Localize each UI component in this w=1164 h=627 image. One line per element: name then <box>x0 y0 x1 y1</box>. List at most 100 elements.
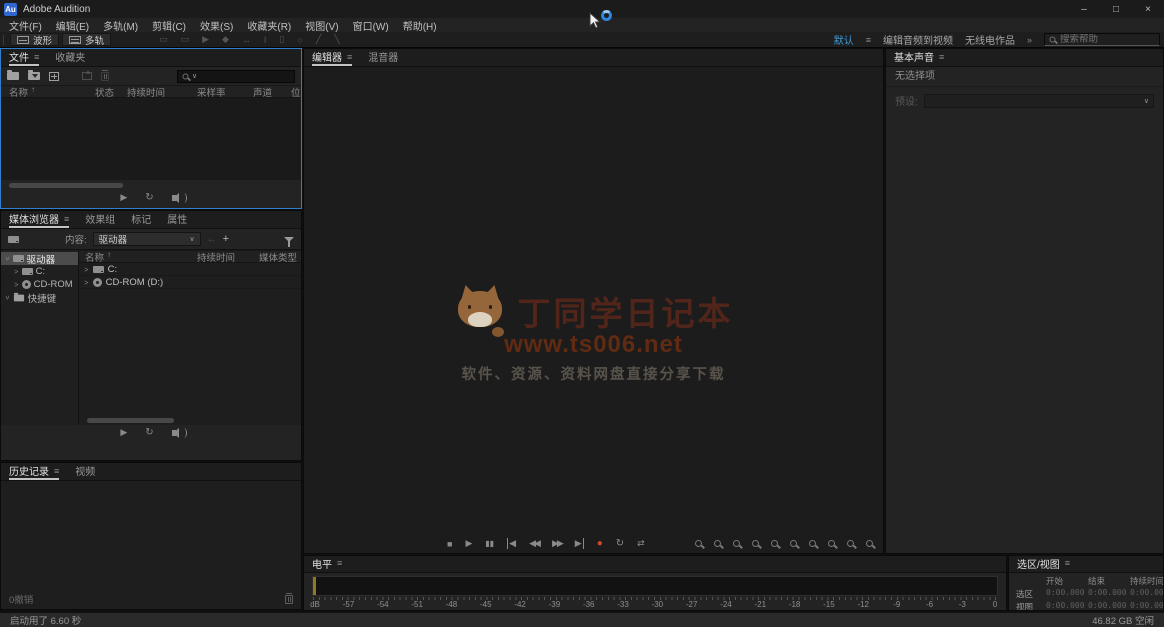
history-trash-icon[interactable] <box>285 592 293 604</box>
zoom-full-icon[interactable] <box>866 540 873 547</box>
skip-selection-button[interactable]: ⇄ <box>637 538 645 549</box>
razor-tool-icon[interactable]: ◆ <box>222 34 229 45</box>
files-search-input[interactable] <box>200 71 290 81</box>
media-col-name[interactable]: 名称 ↑ <box>85 250 197 264</box>
time-selection-tool-icon[interactable]: I <box>264 35 267 45</box>
col-samplerate[interactable]: 采样率 <box>197 85 253 99</box>
stop-button[interactable]: ■ <box>447 539 452 549</box>
media-loop-icon[interactable]: ↻ <box>145 427 153 438</box>
record-button[interactable]: ● <box>597 538 603 549</box>
minimize-button[interactable]: – <box>1068 0 1100 18</box>
move-to-next-button[interactable]: ▶ <box>575 538 584 549</box>
zoom-selection-edges-icon[interactable] <box>828 540 835 547</box>
media-row-cdrom[interactable]: > CD-ROM (D:) <box>79 276 301 289</box>
new-item-icon[interactable] <box>49 71 59 81</box>
menu-favorites[interactable]: 收藏夹(R) <box>240 18 298 33</box>
expander-icon[interactable]: > <box>3 256 11 260</box>
menu-help[interactable]: 帮助(H) <box>396 18 444 33</box>
tab-essential-sound[interactable]: 基本声音 ≡ <box>894 49 944 66</box>
paintbrush-selection-tool-icon[interactable]: ╱ <box>316 34 321 45</box>
col-status[interactable]: 状态 <box>95 85 127 99</box>
files-autoplay-speaker-icon[interactable] <box>171 192 187 203</box>
pause-button[interactable]: ▮▮ <box>485 539 494 548</box>
history-panel-menu-icon[interactable]: ≡ <box>54 466 59 476</box>
files-play-icon[interactable]: ▶ <box>120 192 127 203</box>
col-bitdepth[interactable]: 位 <box>291 85 301 99</box>
menu-effects[interactable]: 效果(S) <box>193 18 240 33</box>
selection-start-value[interactable]: 0:00.000 <box>1046 588 1088 600</box>
files-search-dropdown-icon[interactable]: ∨ <box>192 72 197 80</box>
view-start-value[interactable]: 0:00.000 <box>1046 601 1088 610</box>
tab-properties[interactable]: 属性 <box>167 211 187 228</box>
expander-icon[interactable]: > <box>14 267 18 275</box>
view-end-value[interactable]: 0:00.000 <box>1088 601 1130 610</box>
col-name[interactable]: 名称 ↑ <box>9 85 95 99</box>
files-panel-menu-icon[interactable]: ≡ <box>34 52 39 62</box>
zoom-in-amplitude-icon[interactable] <box>733 540 740 547</box>
move-tool-icon[interactable]: ▶ <box>202 34 209 45</box>
loop-playback-button[interactable]: ↻ <box>616 538 624 549</box>
play-button[interactable]: ▶ <box>465 538 472 549</box>
tab-effects-rack[interactable]: 效果组 <box>85 211 115 228</box>
menu-multitrack[interactable]: 多轨(M) <box>96 18 145 33</box>
tab-media-browser[interactable]: 媒体浏览器 ≡ <box>9 211 70 228</box>
zoom-in-point-icon[interactable] <box>790 540 797 547</box>
fast-forward-button[interactable]: ▶▶ <box>552 538 564 549</box>
tab-editor[interactable]: 编辑器 ≡ <box>312 49 353 66</box>
tab-history[interactable]: 历史记录 ≡ <box>9 463 60 480</box>
workspace-radio-production[interactable]: 无线电作品 <box>965 32 1015 47</box>
expander-icon[interactable]: > <box>14 280 18 288</box>
workspace-overflow-icon[interactable]: » <box>1027 35 1032 45</box>
media-import-icon[interactable] <box>8 235 19 243</box>
zoom-in-time-icon[interactable] <box>695 540 702 547</box>
media-col-type[interactable]: 媒体类型 <box>259 250 301 264</box>
expander-icon[interactable]: > <box>84 265 88 273</box>
tree-item-cdrom[interactable]: > CD-ROM <box>1 278 78 291</box>
back-arrow-icon[interactable]: ← <box>207 234 217 245</box>
essential-panel-menu-icon[interactable]: ≡ <box>939 52 944 62</box>
tab-selection-view[interactable]: 选区/视图 ≡ <box>1017 556 1070 572</box>
col-channels[interactable]: 声道 <box>253 85 291 99</box>
zoom-out-time-icon[interactable] <box>714 540 721 547</box>
spot-healing-brush-tool-icon[interactable]: ╲ <box>334 34 339 45</box>
media-row-c-drive[interactable]: > C: <box>79 263 301 276</box>
files-loop-icon[interactable]: ↻ <box>145 192 153 203</box>
insert-into-multitrack-icon[interactable] <box>82 70 92 80</box>
workspace-menu-icon[interactable]: ≡ <box>866 35 871 45</box>
zoom-out-amplitude-icon[interactable] <box>752 540 759 547</box>
marquee-selection-tool-icon[interactable]: ▯ <box>279 34 284 45</box>
selection-end-value[interactable]: 0:00.000 <box>1088 588 1130 600</box>
tree-item-c-drive[interactable]: > C: <box>1 265 78 278</box>
multitrack-button[interactable]: 多轨 <box>62 33 112 47</box>
media-col-duration[interactable]: 持续时间 <box>197 250 259 264</box>
content-dropdown[interactable]: 驱动器 ∨ <box>92 232 201 246</box>
move-to-previous-button[interactable]: ◀ <box>507 538 516 549</box>
tree-item-shortcuts[interactable]: > 快捷键 <box>1 291 78 304</box>
menu-window[interactable]: 窗口(W) <box>346 18 396 33</box>
files-trash-icon[interactable] <box>101 69 109 81</box>
zoom-selection-icon[interactable] <box>771 540 778 547</box>
workspace-edit-audio-to-video[interactable]: 编辑音频到视频 <box>883 32 953 47</box>
spectral-pitch-icon[interactable]: ▭ <box>181 34 190 45</box>
col-duration[interactable]: 持续时间 <box>127 85 197 99</box>
tab-video[interactable]: 视频 <box>75 463 95 480</box>
expander-icon[interactable]: > <box>84 278 88 286</box>
tab-files[interactable]: 文件 ≡ <box>9 49 40 66</box>
files-scrollbar-thumb[interactable] <box>9 183 123 188</box>
open-file-icon[interactable] <box>7 70 19 80</box>
media-play-icon[interactable]: ▶ <box>120 427 127 438</box>
close-button[interactable]: × <box>1132 0 1164 18</box>
help-search-input[interactable] <box>1060 34 1155 45</box>
tree-item-drives[interactable]: > 驱动器 <box>1 252 78 265</box>
menu-view[interactable]: 视图(V) <box>298 18 345 33</box>
spectral-frequency-icon[interactable]: ▭ <box>159 34 168 45</box>
tab-favorites[interactable]: 收藏夹 <box>55 49 85 66</box>
menu-clip[interactable]: 剪辑(C) <box>145 18 193 33</box>
add-shortcut-icon[interactable]: + <box>223 233 229 245</box>
expander-icon[interactable]: > <box>3 295 11 299</box>
view-duration-value[interactable]: 0:00.000 <box>1130 601 1163 610</box>
rewind-button[interactable]: ◀◀ <box>529 538 541 549</box>
tab-mixer[interactable]: 混音器 <box>368 49 398 66</box>
level-panel-menu-icon[interactable]: ≡ <box>337 558 342 568</box>
import-file-icon[interactable] <box>28 70 40 80</box>
